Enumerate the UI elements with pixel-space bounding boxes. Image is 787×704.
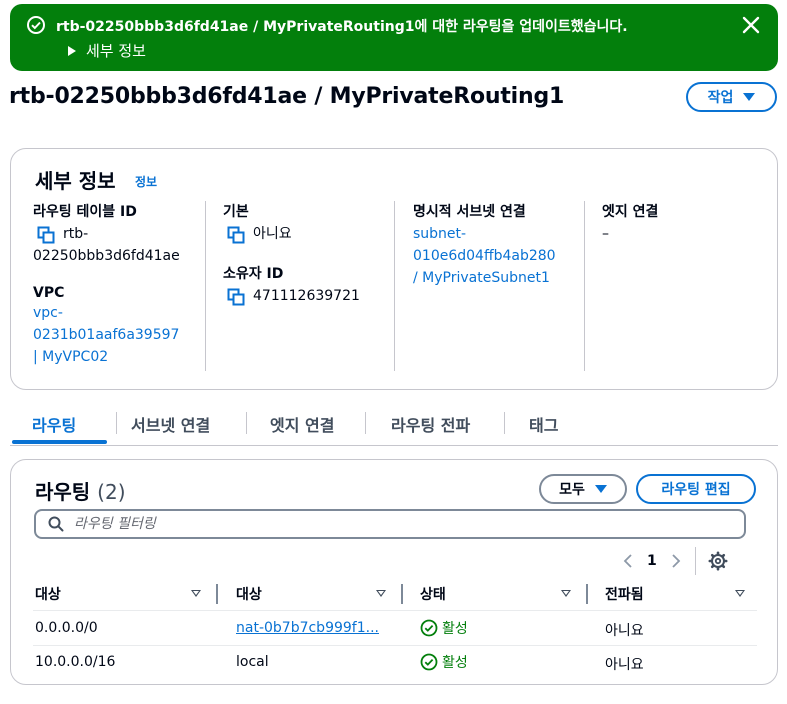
flash-details-label: 세부 정보 (86, 42, 146, 60)
chevron-left-icon[interactable] (623, 553, 633, 569)
tab-separator (365, 412, 366, 434)
actions-button-label: 작업 (707, 90, 734, 106)
column-divider (394, 201, 395, 371)
success-check-icon (27, 16, 45, 34)
sort-icon[interactable] (735, 590, 745, 597)
column-header-target[interactable]: 대상 (236, 584, 262, 604)
tab-separator (504, 412, 505, 434)
chevron-right-icon[interactable] (671, 553, 681, 569)
route-table-id-value-cont: 02250bbb3d6fd41ae (33, 248, 180, 264)
main-label: 기본 (223, 204, 249, 220)
sort-icon[interactable] (561, 590, 571, 597)
table-cell-target: local (236, 654, 269, 670)
column-header-status[interactable]: 상태 (420, 584, 446, 604)
page-number[interactable]: 1 (647, 553, 657, 569)
actions-button[interactable]: 작업 (686, 82, 777, 112)
details-column-1: 라우팅 테이블 ID rtb- 02250bbb3d6fd41ae VPC vp… (33, 201, 180, 368)
caret-right-icon (68, 45, 76, 56)
close-icon[interactable] (742, 16, 760, 34)
details-column-2: 기본 아니요 소유자 ID 471112639721 (223, 201, 360, 307)
main-value: 아니요 (253, 226, 292, 242)
details-title: 세부 정보 (35, 169, 116, 193)
route-filter-select[interactable]: 모두 (539, 474, 627, 504)
owner-id-label: 소유자 ID (223, 266, 284, 282)
routes-container: 라우팅 (2) 모두 라우팅 편집 1 (10, 459, 778, 685)
status-positive-icon (420, 619, 438, 637)
flash-message: rtb-02250bbb3d6fd41ae / MyPrivateRouting… (56, 19, 628, 35)
tab-tags[interactable]: 태그 (529, 412, 558, 436)
pager-separator (694, 547, 696, 575)
column-separator[interactable] (586, 584, 588, 604)
explicit-subnet-association-label: 명시적 서브넷 연결 (413, 204, 526, 220)
column-separator[interactable] (216, 584, 218, 604)
caret-down-icon (594, 485, 607, 493)
route-filter-search[interactable] (34, 509, 746, 539)
route-filter-label: 모두 (559, 482, 585, 498)
gear-icon[interactable] (708, 551, 728, 571)
copy-icon[interactable] (227, 288, 245, 306)
details-column-3: 명시적 서브넷 연결 subnet- 010e6d04ffb4ab280 / M… (413, 201, 556, 289)
caret-down-icon (743, 93, 756, 101)
active-tab-indicator (12, 440, 107, 444)
search-input[interactable] (74, 516, 674, 532)
pagination: 1 (623, 546, 728, 576)
flash-details-toggle[interactable]: 세부 정보 (68, 40, 146, 61)
column-divider (205, 201, 206, 371)
status-positive-icon (420, 653, 438, 671)
tab-routes[interactable]: 라우팅 (32, 412, 76, 436)
copy-icon[interactable] (227, 226, 245, 244)
column-header-propagated[interactable]: 전파됨 (605, 584, 644, 604)
success-flash-banner: rtb-02250bbb3d6fd41ae / MyPrivateRouting… (10, 4, 778, 71)
routes-title: 라우팅 (2) (35, 480, 126, 504)
sort-icon[interactable] (191, 590, 201, 597)
column-header-destination[interactable]: 대상 (35, 584, 61, 604)
status-badge: 활성 (420, 652, 468, 672)
vpc-label: VPC (33, 285, 65, 301)
tab-separator (116, 412, 117, 434)
table-cell-propagated: 아니요 (605, 657, 644, 673)
column-separator[interactable] (401, 584, 403, 604)
owner-id-value: 471112639721 (253, 288, 360, 304)
row-divider (33, 645, 757, 646)
vpc-link[interactable]: vpc- 0231b01aaf6a39597 | MyVPC02 (33, 302, 180, 368)
page-title: rtb-02250bbb3d6fd41ae / MyPrivateRouting… (9, 84, 565, 109)
edge-association-value: – (602, 226, 609, 242)
table-cell-target-link[interactable]: nat-0b7b7cb999f1... (236, 620, 379, 636)
edit-routes-label: 라우팅 편집 (661, 482, 731, 498)
tab-bar: 라우팅 서브넷 연결 엣지 연결 라우팅 전파 태그 (10, 400, 778, 446)
route-table-id-label: 라우팅 테이블 ID (33, 204, 137, 220)
route-table-id-value: rtb- (63, 226, 89, 242)
tab-subnet-associations[interactable]: 서브넷 연결 (131, 412, 210, 436)
tab-route-propagation[interactable]: 라우팅 전파 (391, 412, 470, 436)
table-cell-propagated: 아니요 (605, 623, 644, 639)
routes-count: (2) (97, 480, 126, 504)
table-cell-destination: 0.0.0.0/0 (35, 620, 98, 636)
search-icon (48, 516, 64, 532)
tab-edge-associations[interactable]: 엣지 연결 (270, 412, 334, 436)
table-cell-destination: 10.0.0.0/16 (35, 654, 116, 670)
column-divider (584, 201, 585, 371)
details-column-4: 엣지 연결 – (602, 201, 658, 245)
tab-separator (246, 412, 247, 434)
details-container: 세부 정보 정보 라우팅 테이블 ID rtb- 02250bbb3d6fd41… (10, 148, 778, 390)
edge-association-label: 엣지 연결 (602, 204, 659, 220)
status-badge: 활성 (420, 618, 468, 638)
edit-routes-button[interactable]: 라우팅 편집 (636, 474, 756, 504)
info-link[interactable]: 정보 (135, 173, 157, 190)
subnet-link[interactable]: subnet- 010e6d04ffb4ab280 / MyPrivateSub… (413, 223, 556, 289)
row-divider (33, 610, 757, 611)
sort-icon[interactable] (376, 590, 386, 597)
copy-icon[interactable] (37, 226, 55, 244)
